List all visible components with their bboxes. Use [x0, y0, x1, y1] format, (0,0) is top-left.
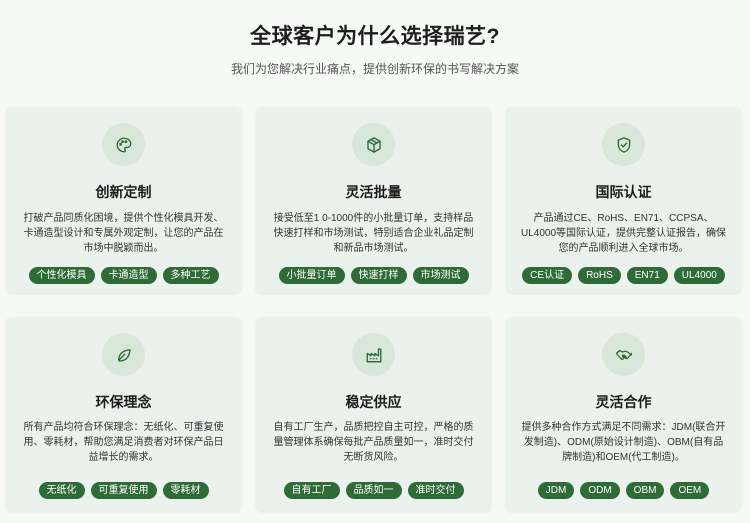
tag-list: CE认证 RoHS EN71 UL4000: [506, 267, 741, 284]
feature-card-batch: 灵活批量 接受低至1 0-1000件的小批量订单，支持样品快速打样和市场测试，特…: [256, 107, 491, 293]
tag-badge: 可重复使用: [90, 482, 157, 499]
tag-badge: 卡通造型: [100, 267, 157, 284]
tag-badge: 小批量订单: [278, 267, 345, 284]
tag-badge: 品质如一: [345, 482, 402, 499]
tag-list: 自有工厂 品质如一 准时交付: [256, 482, 491, 499]
card-description: 提供多种合作方式满足不同需求：JDM(联合开发制造)、ODM(原始设计制造)、O…: [521, 422, 726, 463]
card-title: 国际认证: [595, 184, 652, 200]
tag-badge: UL4000: [673, 267, 725, 284]
tag-badge: 零耗材: [162, 482, 209, 499]
tag-badge: 市场测试: [412, 267, 469, 284]
card-title: 环保理念: [95, 394, 152, 410]
handshake-icon: [602, 333, 645, 376]
card-description: 接受低至1 0-1000件的小批量订单，支持样品快速打样和市场测试，特别适合企业…: [273, 213, 474, 254]
card-description: 自有工厂生产，品质把控自主可控，严格的质量管理体系确保每批产品质量如一，准时交付…: [273, 422, 474, 463]
tag-badge: 准时交付: [407, 482, 464, 499]
section-title: 全球客户为什么选择瑞艺?: [250, 25, 500, 48]
tag-badge: 快速打样: [350, 267, 407, 284]
palette-icon: [102, 123, 145, 166]
tag-badge: JDM: [537, 482, 575, 499]
shield-check-icon: [602, 123, 645, 166]
card-title: 灵活批量: [345, 184, 402, 200]
tag-badge: OEM: [670, 482, 710, 499]
card-description: 所有产品均符合环保理念：无纸化、可重复使用、零耗材，帮助您满足消费者对环保产品日…: [23, 422, 224, 463]
box-icon: [352, 123, 395, 166]
tag-badge: EN71: [626, 267, 668, 284]
card-description: 产品通过CE、RoHS、EN71、CCPSA、UL4000等国际认证，提供完整认…: [520, 213, 727, 254]
card-title: 创新定制: [95, 184, 152, 200]
tag-list: 无纸化 可重复使用 零耗材: [6, 482, 241, 499]
tag-badge: 无纸化: [38, 482, 85, 499]
tag-badge: RoHS: [578, 267, 621, 284]
features-grid: 创新定制 打破产品同质化困境，提供个性化模具开发、卡通造型设计和专属外观定制，让…: [6, 107, 744, 511]
factory-icon: [352, 333, 395, 376]
tag-badge: ODM: [580, 482, 620, 499]
tag-badge: CE认证: [522, 267, 573, 284]
feature-card-custom: 创新定制 打破产品同质化困境，提供个性化模具开发、卡通造型设计和专属外观定制，让…: [6, 107, 241, 293]
feature-card-certification: 国际认证 产品通过CE、RoHS、EN71、CCPSA、UL4000等国际认证，…: [506, 107, 741, 293]
tag-list: JDM ODM OBM OEM: [506, 482, 741, 499]
tag-list: 个性化模具 卡通造型 多种工艺: [6, 267, 241, 284]
section-subtitle: 我们为您解决行业痛点，提供创新环保的书写解决方案: [230, 62, 519, 76]
tag-badge: 个性化模具: [28, 267, 95, 284]
card-title: 稳定供应: [345, 394, 402, 410]
why-choose-section: 全球客户为什么选择瑞艺? 我们为您解决行业痛点，提供创新环保的书写解决方案 创新…: [0, 0, 750, 523]
feature-card-eco: 环保理念 所有产品均符合环保理念：无纸化、可重复使用、零耗材，帮助您满足消费者对…: [6, 317, 241, 511]
tag-list: 小批量订单 快速打样 市场测试: [256, 267, 491, 284]
feature-card-supply: 稳定供应 自有工厂生产，品质把控自主可控，严格的质量管理体系确保每批产品质量如一…: [256, 317, 491, 511]
tag-badge: OBM: [625, 482, 665, 499]
card-description: 打破产品同质化困境，提供个性化模具开发、卡通造型设计和专属外观定制，让您的产品在…: [23, 213, 224, 254]
feature-card-cooperation: 灵活合作 提供多种合作方式满足不同需求：JDM(联合开发制造)、ODM(原始设计…: [506, 317, 741, 511]
tag-badge: 自有工厂: [283, 482, 340, 499]
leaf-icon: [102, 333, 145, 376]
tag-badge: 多种工艺: [162, 267, 219, 284]
card-title: 灵活合作: [595, 394, 652, 410]
